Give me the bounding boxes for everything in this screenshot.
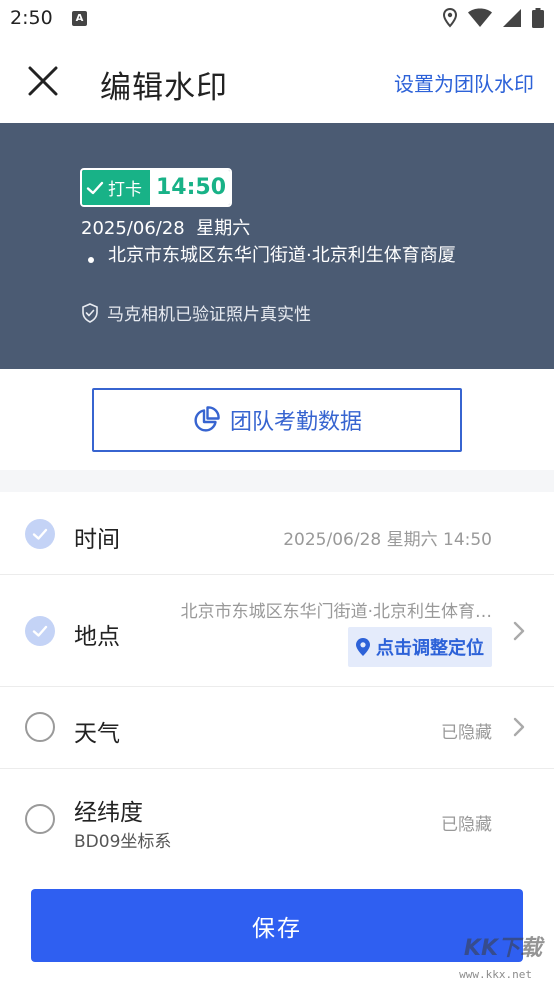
section-divider (0, 470, 554, 492)
adjust-location-button[interactable]: 点击调整定位 (348, 627, 492, 667)
save-button[interactable]: 保存 (31, 889, 523, 962)
location-checkbox[interactable] (25, 616, 55, 646)
status-bar: 2:50 A (0, 0, 554, 38)
weather-status: 已隐藏 (441, 723, 492, 743)
close-button[interactable] (22, 60, 64, 102)
row-label: 经纬度 (74, 800, 143, 826)
checkmark-icon (32, 528, 48, 540)
check-icon (86, 181, 104, 194)
row-label: 地点 (74, 624, 120, 650)
setting-row-location[interactable]: 地点 北京市东城区东华门街道·北京利生体育… 点击调整定位 (0, 575, 554, 687)
verify-text: 马克相机已验证照片真实性 (107, 305, 311, 325)
chevron-right-icon (513, 717, 525, 737)
setting-row-coordinates[interactable]: 经纬度 BD09坐标系 已隐藏 (0, 769, 554, 869)
notification-icon: A (72, 11, 87, 26)
punch-label: 打卡 (108, 180, 142, 200)
status-time: 2:50 (10, 7, 53, 29)
punch-time: 14:50 (150, 170, 231, 205)
adjust-location-label: 点击调整定位 (376, 638, 484, 659)
bullet-dot (88, 257, 94, 263)
chevron-right-icon (513, 621, 525, 641)
checkmark-icon (32, 625, 48, 637)
wifi-icon (468, 8, 492, 27)
location-value: 北京市东城区东华门街道·北京利生体育… (180, 602, 492, 622)
watermark-address: 北京市东城区东华门街道·北京利生体育商厦 (108, 245, 456, 266)
site-watermark-logo: KK下载 (463, 936, 542, 961)
signal-icon (503, 9, 521, 27)
map-pin-icon (356, 638, 370, 656)
location-icon (442, 8, 458, 28)
setting-row-weather[interactable]: 天气 已隐藏 (0, 687, 554, 769)
team-attendance-button[interactable]: 团队考勤数据 (92, 388, 462, 452)
verify-line: 马克相机已验证照片真实性 (81, 300, 311, 325)
time-checkbox[interactable] (25, 519, 55, 549)
shield-check-icon (82, 302, 98, 323)
row-label: 时间 (74, 527, 120, 553)
close-icon (28, 66, 58, 96)
page-title: 编辑水印 (100, 70, 228, 106)
pie-chart-icon (194, 406, 220, 432)
punch-badge: 打卡 14:50 (80, 168, 233, 207)
team-attendance-label: 团队考勤数据 (229, 410, 362, 435)
status-icons (442, 8, 544, 28)
time-value: 2025/06/28 星期六 14:50 (283, 530, 492, 550)
setting-row-time[interactable]: 时间 2025/06/28 星期六 14:50 (0, 493, 554, 575)
header: 编辑水印 设置为团队水印 (0, 38, 554, 123)
punch-label-box: 打卡 (82, 170, 150, 205)
coordinates-checkbox[interactable] (25, 804, 55, 834)
battery-icon (532, 8, 544, 28)
watermark-preview: 打卡 14:50 2025/06/28 星期六 北京市东城区东华门街道·北京利生… (0, 123, 554, 369)
watermark-date: 2025/06/28 星期六 (81, 218, 251, 239)
site-watermark-url: www.kkx.net (459, 968, 532, 981)
weather-checkbox[interactable] (25, 712, 55, 742)
set-team-watermark-link[interactable]: 设置为团队水印 (394, 68, 534, 97)
coordinate-system: BD09坐标系 (74, 832, 172, 852)
row-label: 天气 (74, 721, 120, 747)
coordinates-status: 已隐藏 (441, 815, 492, 835)
